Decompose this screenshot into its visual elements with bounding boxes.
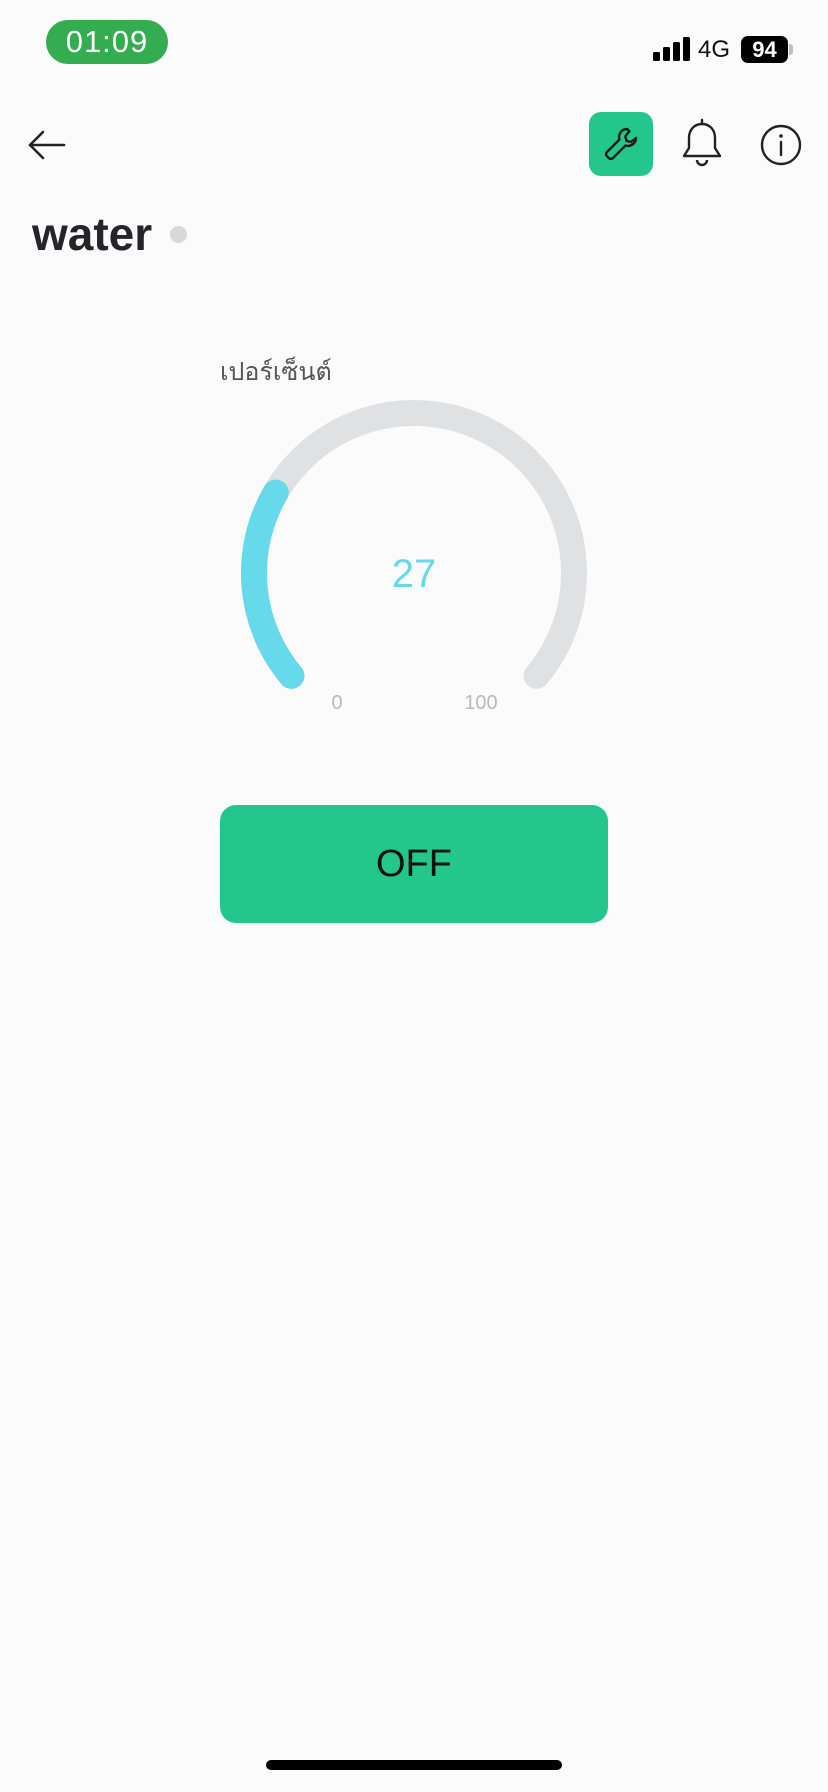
gauge-fill (241, 479, 305, 689)
device-info-button[interactable] (758, 122, 804, 168)
gauge-widget (241, 400, 587, 689)
cellular-signal-icon (653, 37, 690, 61)
battery-indicator: 94 (741, 36, 788, 63)
info-icon (760, 124, 802, 166)
arrow-left-icon (28, 130, 66, 160)
device-settings-button[interactable] (589, 112, 653, 176)
home-indicator[interactable] (266, 1760, 562, 1770)
device-status-dot (170, 226, 187, 243)
gauge-max-label: 100 (464, 692, 498, 714)
gauge-value: 27 (391, 552, 437, 596)
notifications-button[interactable] (679, 118, 725, 170)
bell-icon (682, 118, 722, 167)
back-button[interactable] (24, 122, 70, 168)
gauge-track (241, 400, 587, 689)
network-type: 4G (698, 36, 731, 63)
power-switch-button[interactable]: OFF (220, 805, 608, 923)
wrench-icon (604, 127, 638, 161)
gauge-label: เปอร์เซ็นต์ (220, 358, 332, 386)
battery-tip (789, 44, 793, 55)
device-name: water (32, 208, 153, 260)
gauge-min-label: 0 (331, 692, 343, 714)
status-time: 01:09 (46, 20, 168, 64)
app-screen: 01:09 4G 94 water เปอร์เซ็นต์ 27 0 100 O… (0, 0, 828, 1792)
